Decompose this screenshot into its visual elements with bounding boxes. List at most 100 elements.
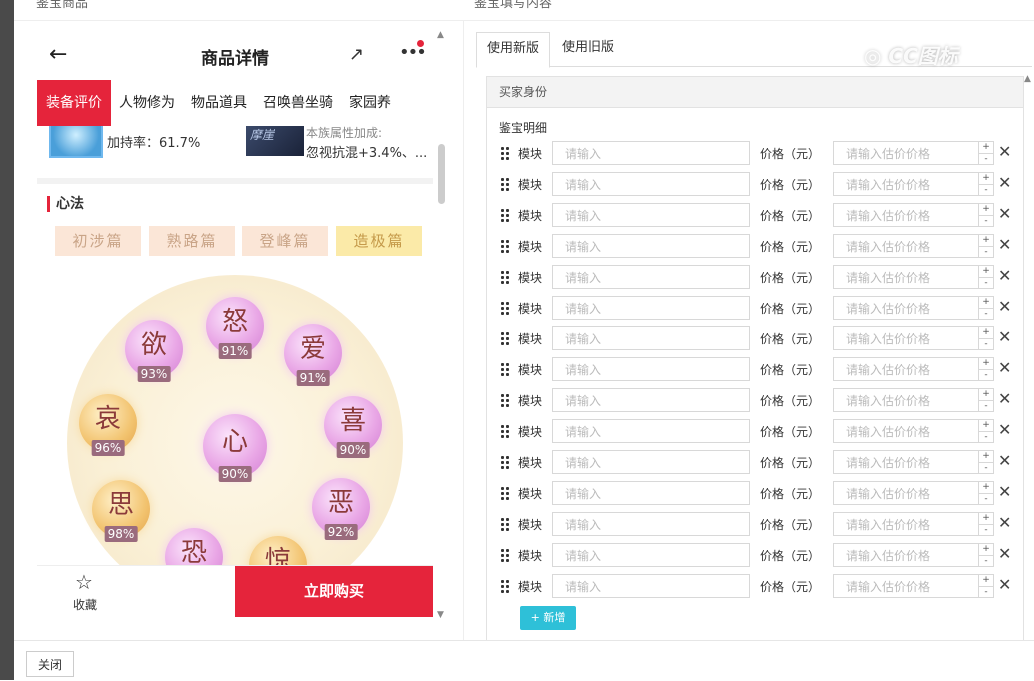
module-input[interactable]: 请输入: [552, 450, 750, 474]
drag-handle-icon[interactable]: [500, 455, 510, 471]
decrement-icon[interactable]: -: [979, 523, 993, 536]
buy-now-button[interactable]: 立即购买: [235, 566, 433, 617]
drag-handle-icon[interactable]: [500, 331, 510, 348]
module-input[interactable]: 请输入: [552, 542, 750, 567]
price-input[interactable]: 请输入估价价格: [833, 264, 979, 289]
drag-handle-icon[interactable]: [500, 516, 510, 533]
tab-4[interactable]: 召唤兽坐骑: [255, 80, 341, 126]
decrement-icon[interactable]: -: [979, 462, 993, 474]
price-stepper[interactable]: + -: [978, 573, 994, 598]
delete-row-icon[interactable]: ✕: [998, 266, 1011, 286]
delete-row-icon[interactable]: ✕: [998, 358, 1011, 378]
decrement-icon[interactable]: -: [979, 554, 993, 567]
price-input[interactable]: 请输入估价价格: [833, 480, 979, 505]
add-row-button[interactable]: + 新增: [520, 606, 576, 630]
increment-icon[interactable]: +: [979, 204, 993, 215]
tab-3[interactable]: 物品道具: [183, 80, 255, 126]
price-input[interactable]: 请输入估价价格: [833, 542, 979, 567]
increment-icon[interactable]: +: [979, 327, 993, 338]
favorite-label[interactable]: 收藏: [73, 596, 97, 613]
module-input[interactable]: 请输入: [552, 264, 750, 289]
delete-row-icon[interactable]: ✕: [998, 482, 1011, 502]
module-input[interactable]: 请输入: [552, 171, 750, 196]
delete-row-icon[interactable]: ✕: [998, 513, 1011, 533]
price-stepper[interactable]: + -: [978, 450, 994, 474]
module-input[interactable]: 请输入: [552, 202, 750, 227]
level-button-1[interactable]: 初涉篇: [55, 226, 141, 256]
price-stepper[interactable]: + -: [978, 480, 994, 505]
delete-row-icon[interactable]: ✕: [998, 235, 1011, 255]
delete-row-icon[interactable]: ✕: [998, 575, 1011, 595]
price-input[interactable]: 请输入估价价格: [833, 419, 979, 444]
increment-icon[interactable]: +: [979, 358, 993, 369]
drag-handle-icon[interactable]: [500, 146, 510, 162]
module-input[interactable]: 请输入: [552, 573, 750, 598]
increment-icon[interactable]: +: [979, 575, 993, 586]
drag-handle-icon[interactable]: [500, 362, 510, 379]
price-input[interactable]: 请输入估价价格: [833, 573, 979, 598]
price-stepper[interactable]: + -: [978, 202, 994, 227]
increment-icon[interactable]: +: [979, 513, 993, 524]
price-stepper[interactable]: + -: [978, 511, 994, 536]
drag-handle-icon[interactable]: [500, 547, 510, 564]
orb-yu[interactable]: 欲 93%: [125, 320, 183, 382]
drag-handle-icon[interactable]: [500, 300, 510, 317]
price-input[interactable]: 请输入估价价格: [833, 388, 979, 413]
scrollbar-thumb[interactable]: [438, 144, 445, 204]
phone-scrollbar[interactable]: ▲ ▼: [437, 30, 447, 620]
decrement-icon[interactable]: -: [979, 276, 993, 289]
drag-handle-icon[interactable]: [500, 176, 510, 193]
tab-2[interactable]: 人物修为: [111, 80, 183, 126]
orb-si[interactable]: 思 98%: [92, 480, 150, 542]
decrement-icon[interactable]: -: [979, 245, 993, 258]
drag-handle-icon[interactable]: [500, 578, 510, 595]
price-input[interactable]: 请输入估价价格: [833, 141, 979, 165]
delete-row-icon[interactable]: ✕: [998, 451, 1011, 471]
price-stepper[interactable]: + -: [978, 295, 994, 320]
scroll-down-icon[interactable]: ▼: [437, 610, 444, 620]
drag-handle-icon[interactable]: [500, 207, 510, 224]
module-input[interactable]: 请输入: [552, 141, 750, 165]
decrement-icon[interactable]: -: [979, 431, 993, 443]
level-button-4[interactable]: 造极篇: [336, 226, 422, 256]
price-stepper[interactable]: + -: [978, 357, 994, 382]
price-input[interactable]: 请输入估价价格: [833, 295, 979, 320]
delete-row-icon[interactable]: ✕: [998, 327, 1011, 347]
drag-handle-icon[interactable]: [500, 238, 510, 255]
tab-5[interactable]: 家园养: [341, 80, 399, 126]
tab-1[interactable]: 装备评价: [37, 80, 111, 126]
decrement-icon[interactable]: -: [979, 338, 993, 350]
price-input[interactable]: 请输入估价价格: [833, 450, 979, 474]
decrement-icon[interactable]: -: [979, 492, 993, 505]
increment-icon[interactable]: +: [979, 297, 993, 308]
price-input[interactable]: 请输入估价价格: [833, 202, 979, 227]
module-input[interactable]: 请输入: [552, 357, 750, 382]
decrement-icon[interactable]: -: [979, 307, 993, 320]
module-input[interactable]: 请输入: [552, 233, 750, 258]
module-input[interactable]: 请输入: [552, 419, 750, 444]
delete-row-icon[interactable]: ✕: [998, 297, 1011, 317]
increment-icon[interactable]: +: [979, 544, 993, 555]
level-button-3[interactable]: 登峰篇: [242, 226, 328, 256]
price-stepper[interactable]: + -: [978, 388, 994, 413]
module-input[interactable]: 请输入: [552, 480, 750, 505]
delete-row-icon[interactable]: ✕: [998, 544, 1011, 564]
drag-handle-icon[interactable]: [500, 424, 510, 441]
price-input[interactable]: 请输入估价价格: [833, 511, 979, 536]
price-stepper[interactable]: + -: [978, 419, 994, 444]
module-input[interactable]: 请输入: [552, 295, 750, 320]
editor-scroll-up-icon[interactable]: ▲: [1024, 74, 1031, 84]
increment-icon[interactable]: +: [979, 451, 993, 462]
level-button-2[interactable]: 熟路篇: [149, 226, 235, 256]
price-stepper[interactable]: + -: [978, 141, 994, 165]
increment-icon[interactable]: +: [979, 420, 993, 431]
drag-handle-icon[interactable]: [500, 393, 510, 410]
orb-e[interactable]: 恶 92%: [312, 478, 370, 540]
decrement-icon[interactable]: -: [979, 400, 993, 412]
orb-nu[interactable]: 怒 91%: [206, 297, 264, 359]
tab-old-version[interactable]: 使用旧版: [552, 32, 624, 66]
delete-row-icon[interactable]: ✕: [998, 389, 1011, 409]
price-input[interactable]: 请输入估价价格: [833, 357, 979, 382]
price-stepper[interactable]: + -: [978, 326, 994, 351]
increment-icon[interactable]: +: [979, 142, 993, 153]
